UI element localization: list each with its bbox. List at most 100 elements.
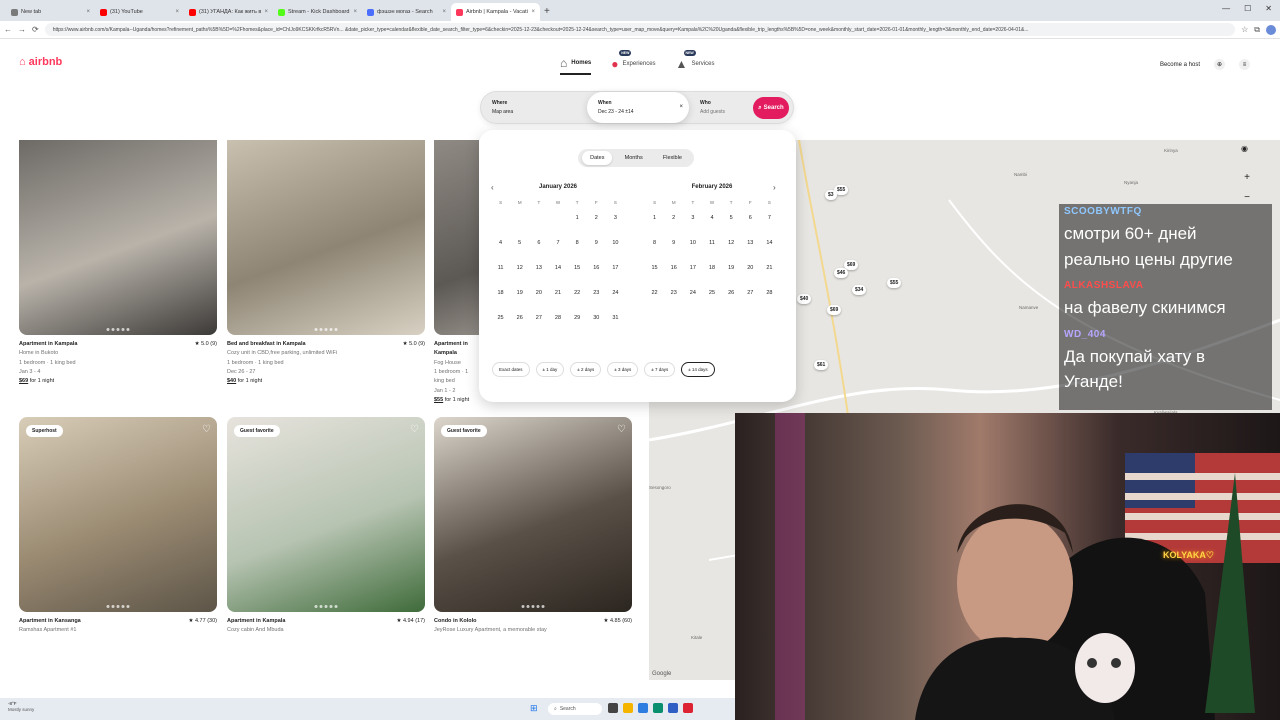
extensions-icon[interactable]: ⧉ [1254,25,1260,35]
flex-chip[interactable]: ± 14 days [681,362,715,377]
map-location-icon[interactable]: ◉ [1241,144,1248,153]
calendar-day[interactable]: 9 [664,240,683,246]
reload-icon[interactable]: ⟳ [32,25,39,34]
browser-tab[interactable]: New tab × [6,3,95,21]
calendar-day[interactable]: 10 [683,240,702,246]
calendar-day[interactable]: 28 [760,290,779,296]
listing-card[interactable]: Apartment in Kampala Fog House 1 bedroom ·… [434,140,479,405]
listing-card[interactable]: Guest favorite ♡ Condo in Kololo ★ 4.85 (60… [434,417,632,636]
browser-tab[interactable]: (31) УГАНДА: Как жить в трущоб...× [184,3,273,21]
listing-card[interactable]: Guest favorite ♡ Apartment in Kampala ★ 4.9… [227,417,425,636]
calendar-day[interactable]: 9 [587,240,606,246]
map-price-pin[interactable]: $46 [834,268,849,278]
airbnb-logo[interactable]: ⌂ airbnb [19,56,62,68]
calendar-day[interactable]: 16 [664,265,683,271]
calendar-day[interactable]: 1 [645,215,664,221]
listing-photo[interactable] [19,140,217,335]
forward-icon[interactable]: → [18,25,26,34]
star-icon[interactable]: ☆ [1241,25,1248,34]
heart-icon[interactable]: ♡ [202,424,211,435]
calendar-day[interactable]: 13 [741,240,760,246]
tab-close-icon[interactable]: × [353,9,357,15]
calendar-day[interactable]: 12 [510,265,529,271]
back-icon[interactable]: ← [4,25,12,34]
tab-flexible[interactable]: Flexible [655,151,690,165]
tab-months[interactable]: Months [617,151,651,165]
calendar-day[interactable]: 5 [510,240,529,246]
new-tab-button[interactable]: + [544,3,550,21]
calendar-day[interactable]: 24 [606,290,625,296]
calendar-day[interactable]: 23 [587,290,606,296]
calendar-day[interactable]: 19 [510,290,529,296]
where-field[interactable]: Where Map area [481,92,587,123]
calendar-day[interactable]: 12 [722,240,741,246]
calendar-day[interactable]: 11 [702,240,721,246]
heart-icon[interactable]: ♡ [410,424,419,435]
calendar-day[interactable]: 22 [645,290,664,296]
calendar-day[interactable]: 3 [606,215,625,221]
carousel-dots[interactable] [106,328,130,331]
calendar-day[interactable]: 25 [491,315,510,321]
map-price-pin[interactable]: $40 [797,294,812,304]
calendar-day[interactable]: 15 [568,265,587,271]
listing-photo[interactable] [227,140,425,335]
calendar-day[interactable]: 14 [760,240,779,246]
when-field[interactable]: When Dec 23 - 24 ±14 × [587,92,689,123]
search-button[interactable]: ⌕ Search [753,97,789,119]
browser-tab[interactable]: Airbnb | Kampala - Vacation Rent...× [451,3,540,21]
calendar-day[interactable]: 23 [664,290,683,296]
listing-card[interactable]: Bed and breakfast in Kampala ★ 5.0 (9) Coz… [227,140,425,387]
tab-close-icon[interactable]: × [86,9,90,15]
calendar-day[interactable]: 20 [741,265,760,271]
tab-dates[interactable]: Dates [582,151,613,165]
calendar-day[interactable]: 6 [741,215,760,221]
globe-icon[interactable]: ⊕ [1214,59,1225,70]
calendar-day[interactable]: 2 [587,215,606,221]
calendar-day[interactable]: 21 [548,290,567,296]
browser-tab[interactable]: (31) YouTube × [95,3,184,21]
weather-widget[interactable]: -8°F Mostly sunny [8,701,34,714]
calendar-day[interactable]: 26 [722,290,741,296]
map-price-pin[interactable]: $69 [827,305,842,315]
menu-icon[interactable]: ≡ [1239,59,1250,70]
taskbar-search[interactable]: ⌕ Search [548,703,602,715]
listing-photo[interactable] [434,140,479,335]
calendar-day[interactable]: 17 [683,265,702,271]
calendar-day[interactable]: 30 [587,315,606,321]
calendar-day[interactable]: 11 [491,265,510,271]
become-host-link[interactable]: Become a host [1160,62,1200,68]
calendar-day[interactable]: 14 [548,265,567,271]
task-view-icon[interactable] [608,703,618,713]
listing-photo[interactable]: Guest favorite ♡ [434,417,632,612]
calendar-day[interactable]: 7 [760,215,779,221]
map-zoom-controls[interactable]: + − [1244,168,1250,208]
listing-photo[interactable]: Guest favorite ♡ [227,417,425,612]
calendar-day[interactable]: 26 [510,315,529,321]
calendar-day[interactable]: 21 [760,265,779,271]
flex-chip[interactable]: ± 7 days [644,362,676,377]
calendar-day[interactable]: 1 [568,215,587,221]
calendar-day[interactable]: 13 [529,265,548,271]
calendar-day[interactable]: 5 [722,215,741,221]
clear-dates-icon[interactable]: × [679,104,683,110]
calendar-day[interactable]: 17 [606,265,625,271]
tab-close-icon[interactable]: × [264,9,268,15]
calendar-day[interactable]: 28 [548,315,567,321]
calendar-day[interactable]: 31 [606,315,625,321]
calendar-day[interactable]: 25 [702,290,721,296]
edge-icon[interactable] [638,703,648,713]
flex-chip[interactable]: Exact dates [492,362,530,377]
calendar-day[interactable]: 27 [529,315,548,321]
maximize-icon[interactable]: ☐ [1244,4,1251,13]
map-price-pin[interactable]: $3 [825,190,837,200]
map-price-pin[interactable]: $61 [814,360,829,370]
calendar-day[interactable]: 19 [722,265,741,271]
browser-tab[interactable]: фэшэн могаз - Search × [362,3,451,21]
minimize-icon[interactable]: — [1222,4,1230,13]
calendar-day[interactable]: 8 [568,240,587,246]
map-price-pin[interactable]: $55 [887,278,902,288]
listing-card[interactable]: Apartment in Kampala ★ 5.0 (9) Home in Buk… [19,140,217,387]
tab-close-icon[interactable]: × [442,9,446,15]
start-icon[interactable]: ⊞ [530,703,538,714]
url-field[interactable]: https://www.airbnb.com/s/Kampala--Uganda… [44,23,1236,36]
